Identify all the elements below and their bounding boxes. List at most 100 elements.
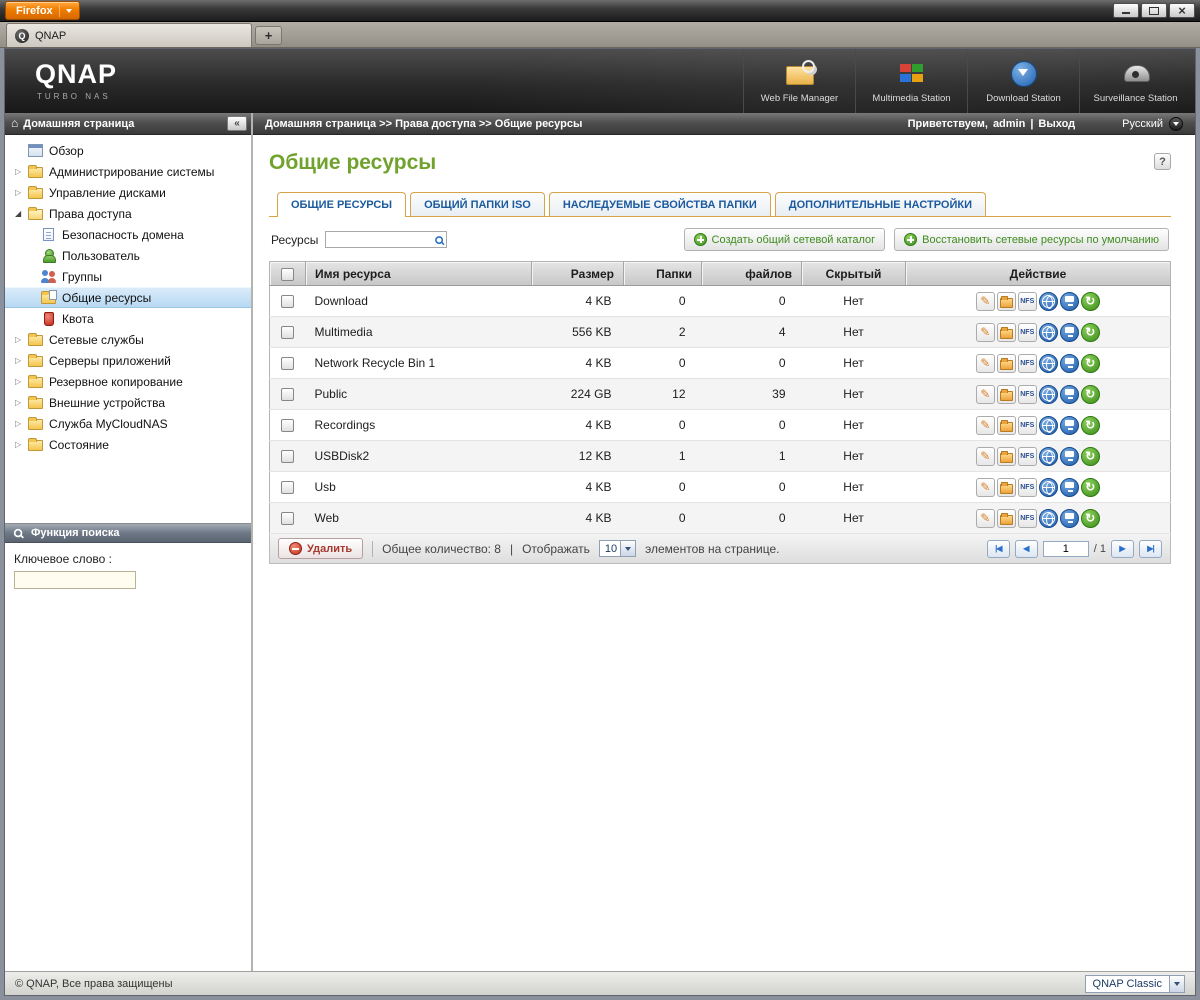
sidebar-item-shared-folders[interactable]: Общие ресурсы: [5, 287, 251, 308]
multimedia-station-shortcut[interactable]: Multimedia Station: [855, 49, 967, 113]
sidebar-item-overview[interactable]: Обзор: [5, 140, 251, 161]
share-filter-input[interactable]: [325, 231, 448, 248]
sidebar-item-application-servers[interactable]: Серверы приложений: [5, 350, 251, 371]
row-checkbox[interactable]: [281, 357, 295, 371]
theme-select[interactable]: QNAP Classic: [1084, 974, 1185, 993]
network-drive-icon[interactable]: [1059, 322, 1079, 342]
expand-arrow-icon[interactable]: [15, 419, 28, 428]
expand-arrow-icon[interactable]: [15, 398, 28, 407]
folder-permissions-icon[interactable]: [996, 322, 1016, 342]
web-access-icon[interactable]: [1038, 508, 1058, 528]
network-drive-icon[interactable]: [1059, 446, 1079, 466]
sidebar-item-external-devices[interactable]: Внешние устройства: [5, 392, 251, 413]
search-icon[interactable]: [435, 235, 445, 245]
per-page-select[interactable]: 10: [598, 540, 637, 557]
logout-link[interactable]: Выход: [1038, 118, 1075, 130]
language-dropdown-button[interactable]: [1169, 116, 1183, 131]
expand-arrow-icon[interactable]: [15, 356, 28, 365]
sidebar-item-domain-security[interactable]: Безопасность домена: [5, 224, 251, 245]
refresh-icon[interactable]: [1080, 291, 1100, 311]
web-access-icon[interactable]: [1038, 477, 1058, 497]
folder-permissions-icon[interactable]: [996, 415, 1016, 435]
select-all-checkbox[interactable]: [281, 267, 294, 281]
refresh-icon[interactable]: [1080, 353, 1100, 373]
create-share-button[interactable]: Создать общий сетевой каталог: [683, 228, 886, 251]
folder-permissions-icon[interactable]: [996, 384, 1016, 404]
edit-icon[interactable]: [975, 353, 995, 373]
edit-icon[interactable]: [975, 322, 995, 342]
sidebar-item-users[interactable]: Пользователь: [5, 245, 251, 266]
network-drive-icon[interactable]: [1059, 384, 1079, 404]
edit-icon[interactable]: [975, 446, 995, 466]
breadcrumb[interactable]: Домашняя страница >> Права доступа >> Об…: [265, 118, 582, 130]
refresh-icon[interactable]: [1080, 508, 1100, 528]
refresh-icon[interactable]: [1080, 415, 1100, 435]
sidebar-item-mycloudnas[interactable]: Служба MyCloudNAS: [5, 413, 251, 434]
web-access-icon[interactable]: [1038, 322, 1058, 342]
edit-icon[interactable]: [975, 291, 995, 311]
web-file-manager-shortcut[interactable]: Web File Manager: [743, 49, 855, 113]
folder-permissions-icon[interactable]: [996, 477, 1016, 497]
row-checkbox[interactable]: [281, 450, 295, 464]
edit-icon[interactable]: [975, 477, 995, 497]
firefox-menu-button[interactable]: Firefox: [5, 1, 80, 20]
collapse-arrow-icon[interactable]: [15, 209, 28, 218]
folder-permissions-icon[interactable]: [996, 353, 1016, 373]
web-access-icon[interactable]: [1038, 446, 1058, 466]
sidebar-item-network-services[interactable]: Сетевые службы: [5, 329, 251, 350]
new-tab-button[interactable]: +: [255, 26, 282, 45]
folder-permissions-icon[interactable]: [996, 291, 1016, 311]
nfs-icon[interactable]: NFS: [1017, 322, 1037, 342]
sidebar-item-system-administration[interactable]: Администрирование системы: [5, 161, 251, 182]
network-drive-icon[interactable]: [1059, 291, 1079, 311]
next-page-button[interactable]: [1111, 539, 1134, 558]
expand-arrow-icon[interactable]: [15, 188, 28, 197]
nfs-icon[interactable]: NFS: [1017, 508, 1037, 528]
sidebar-item-disk-management[interactable]: Управление дисками: [5, 182, 251, 203]
sidebar-collapse-button[interactable]: «: [227, 116, 247, 131]
expand-arrow-icon[interactable]: [15, 377, 28, 386]
row-checkbox[interactable]: [281, 388, 295, 402]
keyword-input[interactable]: [14, 571, 136, 589]
restore-default-shares-button[interactable]: Восстановить сетевые ресурсы по умолчани…: [894, 228, 1169, 251]
last-page-button[interactable]: [1139, 539, 1162, 558]
nfs-icon[interactable]: NFS: [1017, 446, 1037, 466]
row-checkbox[interactable]: [281, 295, 295, 309]
tab-iso-shared-folders[interactable]: ОБЩИЙ ПАПКИ ISO: [410, 192, 545, 216]
sidebar-item-access-rights[interactable]: Права доступа: [5, 203, 251, 224]
refresh-icon[interactable]: [1080, 477, 1100, 497]
folder-permissions-icon[interactable]: [996, 508, 1016, 528]
refresh-icon[interactable]: [1080, 322, 1100, 342]
row-checkbox[interactable]: [281, 512, 295, 526]
sidebar-item-backup[interactable]: Резервное копирование: [5, 371, 251, 392]
network-drive-icon[interactable]: [1059, 508, 1079, 528]
folder-permissions-icon[interactable]: [996, 446, 1016, 466]
network-drive-icon[interactable]: [1059, 415, 1079, 435]
expand-arrow-icon[interactable]: [15, 335, 28, 344]
web-access-icon[interactable]: [1038, 353, 1058, 373]
tab-advanced-options[interactable]: ДОПОЛНИТЕЛЬНЫЕ НАСТРОЙКИ: [774, 192, 986, 216]
close-button[interactable]: [1169, 3, 1195, 18]
web-access-icon[interactable]: [1038, 384, 1058, 404]
page-number-input[interactable]: [1042, 540, 1089, 557]
edit-icon[interactable]: [975, 415, 995, 435]
nfs-icon[interactable]: NFS: [1017, 353, 1037, 373]
sidebar-item-status[interactable]: Состояние: [5, 434, 251, 455]
tab-shared-folders[interactable]: ОБЩИЕ РЕСУРСЫ: [277, 192, 407, 217]
web-access-icon[interactable]: [1038, 415, 1058, 435]
help-button[interactable]: ?: [1154, 153, 1171, 170]
sidebar-item-quota[interactable]: Квота: [5, 308, 251, 329]
surveillance-station-shortcut[interactable]: Surveillance Station: [1079, 49, 1191, 113]
row-checkbox[interactable]: [281, 326, 295, 340]
nfs-icon[interactable]: NFS: [1017, 291, 1037, 311]
row-checkbox[interactable]: [281, 419, 295, 433]
refresh-icon[interactable]: [1080, 446, 1100, 466]
expand-arrow-icon[interactable]: [15, 167, 28, 176]
first-page-button[interactable]: [986, 539, 1010, 558]
minimize-button[interactable]: [1113, 3, 1139, 18]
browser-tab-qnap[interactable]: QNAP: [6, 23, 252, 47]
download-station-shortcut[interactable]: Download Station: [967, 49, 1079, 113]
edit-icon[interactable]: [975, 384, 995, 404]
row-checkbox[interactable]: [281, 481, 295, 495]
refresh-icon[interactable]: [1080, 384, 1100, 404]
